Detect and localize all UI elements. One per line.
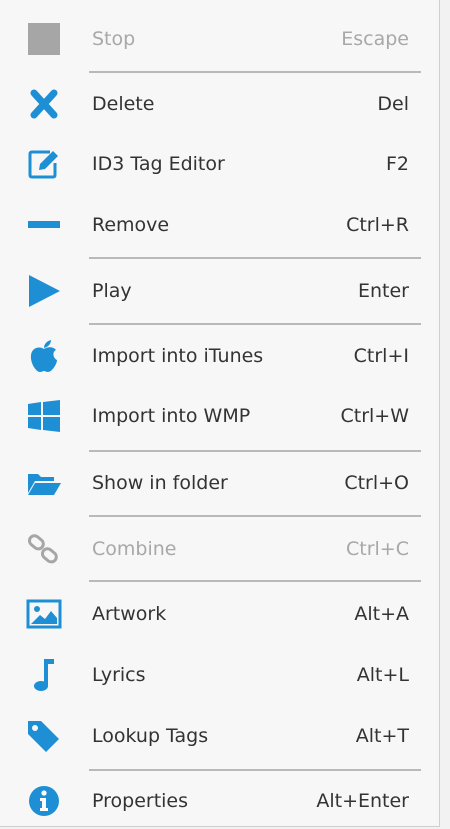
menu-item-remove[interactable]: Remove Ctrl+R [0,198,436,252]
x-icon [26,87,62,121]
menu-item-artwork[interactable]: Artwork Alt+A [0,587,436,641]
menu-item-lookup-tags[interactable]: Lookup Tags Alt+T [0,709,436,763]
menu-item-label: ID3 Tag Editor [92,153,225,175]
menu-item-shortcut: Ctrl+O [344,472,409,494]
play-icon [26,274,62,308]
menu-item-label: Play [92,280,132,302]
menu-separator [89,450,421,452]
menu-item-import-itunes[interactable]: Import into iTunes Ctrl+I [0,329,436,383]
menu-item-label: Remove [92,214,170,236]
menu-separator [89,769,421,771]
menu-item-shortcut: Alt+L [356,664,409,686]
menu-item-shortcut: Ctrl+W [340,405,409,427]
menu-item-label: Import into WMP [92,405,251,427]
menu-item-label: Lyrics [92,664,146,686]
menu-item-stop[interactable]: Stop Escape [0,12,436,66]
menu-item-label: Lookup Tags [92,725,209,747]
menu-item-properties[interactable]: Properties Alt+Enter [0,774,436,828]
menu-item-shortcut: Escape [341,28,409,50]
menu-item-shortcut: Enter [358,280,409,302]
menu-item-import-wmp[interactable]: Import into WMP Ctrl+W [0,389,436,443]
link-icon [26,532,62,566]
menu-item-delete[interactable]: Delete Del [0,77,436,131]
menu-item-label: Stop [92,28,136,50]
menu-item-shortcut: Ctrl+I [353,345,409,367]
folder-open-icon [26,466,62,500]
menu-separator [89,257,421,259]
stop-square-icon [26,22,62,56]
menu-item-label: Artwork [92,603,167,625]
menu-separator [89,580,421,582]
minus-icon [26,208,62,242]
menu-item-combine[interactable]: Combine Ctrl+C [0,522,436,576]
menu-separator [89,323,421,325]
menu-item-id3-tag-editor[interactable]: ID3 Tag Editor F2 [0,137,436,191]
menu-item-label: Combine [92,538,177,560]
context-menu: Stop Escape Delete Del ID3 Tag Editor F2… [0,0,440,827]
menu-item-shortcut: Ctrl+R [346,214,409,236]
menu-separator [89,71,421,73]
menu-item-shortcut: Alt+A [354,603,409,625]
menu-item-shortcut: Alt+Enter [316,790,409,812]
menu-item-show-in-folder[interactable]: Show in folder Ctrl+O [0,456,436,510]
menu-item-shortcut: Del [377,93,409,115]
image-icon [26,597,62,631]
menu-item-play[interactable]: Play Enter [0,264,436,318]
menu-separator [89,515,421,517]
edit-icon [26,147,62,181]
menu-item-label: Delete [92,93,155,115]
apple-icon [26,339,62,373]
menu-item-lyrics[interactable]: Lyrics Alt+L [0,648,436,702]
menu-item-shortcut: F2 [385,153,409,175]
menu-item-label: Import into iTunes [92,345,264,367]
menu-item-shortcut: Ctrl+C [346,538,409,560]
tag-icon [26,719,62,753]
menu-item-label: Show in folder [92,472,228,494]
menu-item-label: Properties [92,790,189,812]
info-icon [26,784,62,818]
windows-icon [26,399,62,433]
menu-item-shortcut: Alt+T [355,725,409,747]
music-note-icon [26,658,62,692]
